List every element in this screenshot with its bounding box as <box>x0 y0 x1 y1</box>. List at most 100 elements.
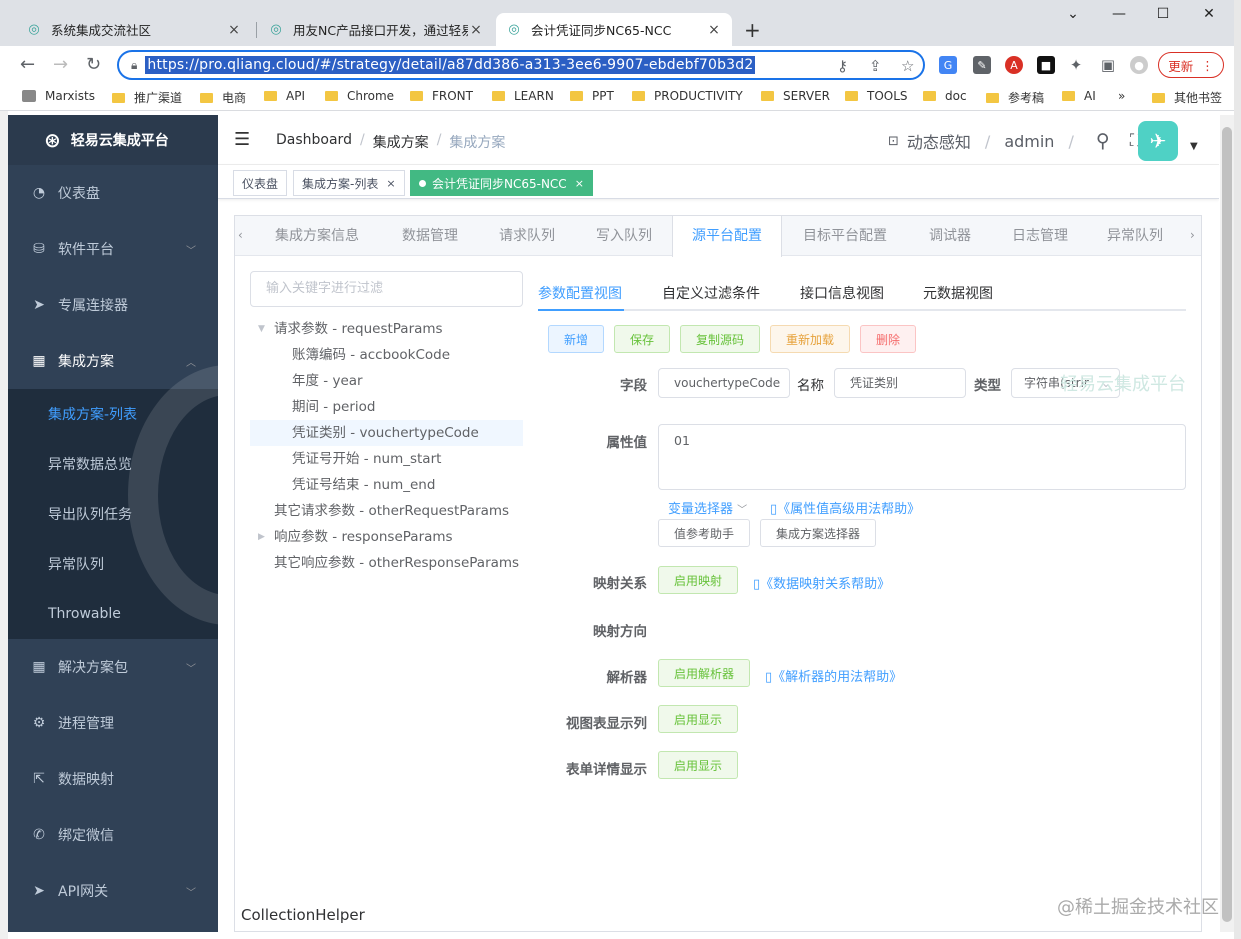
scheme-selector-button[interactable]: 集成方案选择器 <box>760 519 876 547</box>
tab-search-icon[interactable]: ⌄ <box>1058 6 1088 22</box>
bookmark-folder[interactable]: 推广渠道 <box>112 89 182 106</box>
share-icon[interactable]: ⇪ <box>869 57 882 75</box>
sidebar-subitem-throwable[interactable]: Throwable <box>8 589 218 639</box>
var-selector-link[interactable]: 变量选择器 ﹀ <box>668 498 747 517</box>
notify-link[interactable]: 动态感知 <box>907 129 971 153</box>
back-icon[interactable]: ← <box>20 54 35 75</box>
url-text[interactable]: https://pro.qliang.cloud/#/strategy/deta… <box>145 56 756 74</box>
enable-view-col-button[interactable]: 启用显示 <box>658 705 738 733</box>
new-tab-icon[interactable]: + <box>744 18 761 42</box>
sidebar-item-connector[interactable]: ➤ 专属连接器 <box>8 277 218 333</box>
tree-node[interactable]: 其它响应参数 - otherResponseParams <box>250 550 523 576</box>
address-bar[interactable]: 🔒︎ https://pro.qliang.cloud/#/strategy/d… <box>117 50 925 80</box>
tab-request-queue[interactable]: 请求队列 <box>482 216 572 256</box>
tree-node[interactable]: 期间 - period <box>250 394 523 420</box>
caret-down-icon[interactable]: ▼ <box>1190 141 1198 152</box>
puzzle-extensions-icon[interactable]: ✦ <box>1067 56 1085 74</box>
tree-node[interactable]: ▶ 响应参数 - responseParams <box>250 524 523 550</box>
close-window-icon[interactable]: ✕ <box>1194 6 1224 22</box>
bookmark-folder[interactable]: 其他书签 <box>1152 89 1222 106</box>
bookmark-folder[interactable]: 电商 <box>200 89 246 106</box>
close-tab-icon[interactable]: × <box>706 22 722 38</box>
bookmark-star-icon[interactable]: ☆ <box>901 57 914 75</box>
sidebar-item-solution-package[interactable]: ▦ 解决方案包 ﹀ <box>8 639 218 695</box>
tag-dashboard[interactable]: 仪表盘 <box>233 170 288 196</box>
close-tab-icon[interactable]: × <box>226 22 242 38</box>
enable-parser-button[interactable]: 启用解析器 <box>658 659 750 687</box>
tree-node[interactable]: 其它请求参数 - otherRequestParams <box>250 498 523 524</box>
subtab-custom-filter[interactable]: 自定义过滤条件 <box>662 283 760 303</box>
tag-scheme-list[interactable]: 集成方案-列表 × <box>293 170 405 196</box>
delete-button[interactable]: 删除 <box>860 325 916 353</box>
scrollbar-thumb[interactable] <box>1222 127 1232 922</box>
maximize-icon[interactable]: ☐ <box>1148 6 1178 22</box>
close-icon[interactable]: × <box>575 177 584 190</box>
translate-extension-icon[interactable]: G <box>939 56 957 74</box>
page-scrollbar[interactable] <box>1220 115 1234 932</box>
name-input[interactable]: 凭证类别 <box>834 368 966 398</box>
key-icon[interactable]: ⚷ <box>837 57 848 75</box>
tab-data-management[interactable]: 数据管理 <box>385 216 475 256</box>
breadcrumb-item[interactable]: 集成方案 <box>373 132 429 152</box>
tab-source-config[interactable]: 源平台配置 <box>672 216 782 257</box>
forward-icon[interactable]: → <box>53 54 68 75</box>
sidebar-item-api-gateway[interactable]: ➤ API网关 ﹀ <box>8 863 218 919</box>
browser-tab[interactable]: ◎ 用友NC产品接口开发，通过轻易 × <box>258 13 494 46</box>
sidebar-subitem-export-queue[interactable]: 导出队列任务 <box>8 489 218 539</box>
sidebar-item-dashboard[interactable]: ◔ 仪表盘 <box>8 165 218 221</box>
tree-node[interactable]: 账簿编码 - accbookCode <box>250 342 523 368</box>
browser-tab-active[interactable]: ◎ 会计凭证同步NC65-NCC × <box>496 13 732 46</box>
tab-error-queue[interactable]: 异常队列 <box>1095 216 1175 256</box>
tree-node[interactable]: 年度 - year <box>250 368 523 394</box>
sidebar-item-software-platform[interactable]: ⛁ 软件平台 ﹀ <box>8 221 218 277</box>
sidebar-subitem-error-overview[interactable]: 异常数据总览 <box>8 439 218 489</box>
bookmark-folder[interactable]: 参考稿 <box>986 89 1044 106</box>
subtab-param-config[interactable]: 参数配置视图 <box>538 283 622 303</box>
subtab-metadata[interactable]: 元数据视图 <box>923 283 993 303</box>
minimize-icon[interactable]: — <box>1104 6 1134 22</box>
sidepanel-icon[interactable]: ▣ <box>1099 56 1117 74</box>
enable-mapping-button[interactable]: 启用映射 <box>658 566 738 594</box>
close-tab-icon[interactable]: × <box>468 22 484 38</box>
chevron-left-icon[interactable]: ‹ <box>238 228 243 242</box>
mapping-help-link[interactable]: ▯《数据映射关系帮助》 <box>753 573 890 592</box>
close-icon[interactable]: × <box>386 177 395 190</box>
bookmark-folder[interactable]: API <box>264 89 305 103</box>
enable-detail-button[interactable]: 启用显示 <box>658 751 738 779</box>
value-helper-button[interactable]: 值参考助手 <box>658 519 750 547</box>
tag-current-scheme[interactable]: 会计凭证同步NC65-NCC × <box>410 170 593 196</box>
update-button[interactable]: 更新 ⋮ <box>1158 52 1224 78</box>
filter-input[interactable]: 输入关键字进行过滤 <box>250 271 523 307</box>
bookmark-folder[interactable]: doc <box>923 89 967 103</box>
sidebar-subitem-error-queue[interactable]: 异常队列 <box>8 539 218 589</box>
reload-button[interactable]: 重新加载 <box>770 325 850 353</box>
tab-debugger[interactable]: 调试器 <box>910 216 990 256</box>
bookmark-folder[interactable]: TOOLS <box>845 89 908 103</box>
tree-node[interactable]: 凭证号结束 - num_end <box>250 472 523 498</box>
message-icon[interactable]: ⊡ <box>888 134 899 149</box>
tree-node[interactable]: 凭证号开始 - num_start <box>250 446 523 472</box>
tree-node[interactable]: ▼ 请求参数 - requestParams <box>250 316 523 342</box>
sidebar-item-process[interactable]: ⚙ 进程管理 <box>8 695 218 751</box>
tree-node-selected[interactable]: 凭证类别 - vouchertypeCode <box>250 420 523 446</box>
tab-write-queue[interactable]: 写入队列 <box>579 216 669 256</box>
app-logo[interactable]: ⊛ 轻易云集成平台 <box>8 115 218 165</box>
copy-source-button[interactable]: 复制源码 <box>680 325 760 353</box>
field-input[interactable]: vouchertypeCode <box>658 368 790 398</box>
bookmark-folder[interactable]: SERVER <box>761 89 830 103</box>
bookmark-folder[interactable]: PRODUCTIVITY <box>632 89 743 103</box>
sidebar-subitem-scheme-list[interactable]: 集成方案-列表 <box>8 389 218 439</box>
search-icon[interactable]: ⚲ <box>1096 130 1110 152</box>
save-button[interactable]: 保存 <box>614 325 670 353</box>
bookmark-folder[interactable]: FRONT <box>410 89 473 103</box>
sidebar-item-data-mapping[interactable]: ⇱ 数据映射 <box>8 751 218 807</box>
tab-scheme-info[interactable]: 集成方案信息 <box>262 216 372 256</box>
bookmark-folder[interactable]: Chrome <box>325 89 394 103</box>
breadcrumb-item[interactable]: Dashboard <box>276 132 352 152</box>
tab-target-config[interactable]: 目标平台配置 <box>790 216 900 256</box>
lock-icon[interactable]: 🔒︎ <box>131 58 137 73</box>
avatar[interactable]: ✈ <box>1138 121 1178 161</box>
browser-tab[interactable]: ◎ 系统集成交流社区 × <box>16 13 252 46</box>
extension-icon[interactable]: ■ <box>1037 56 1055 74</box>
subtab-interface-info[interactable]: 接口信息视图 <box>800 283 884 303</box>
